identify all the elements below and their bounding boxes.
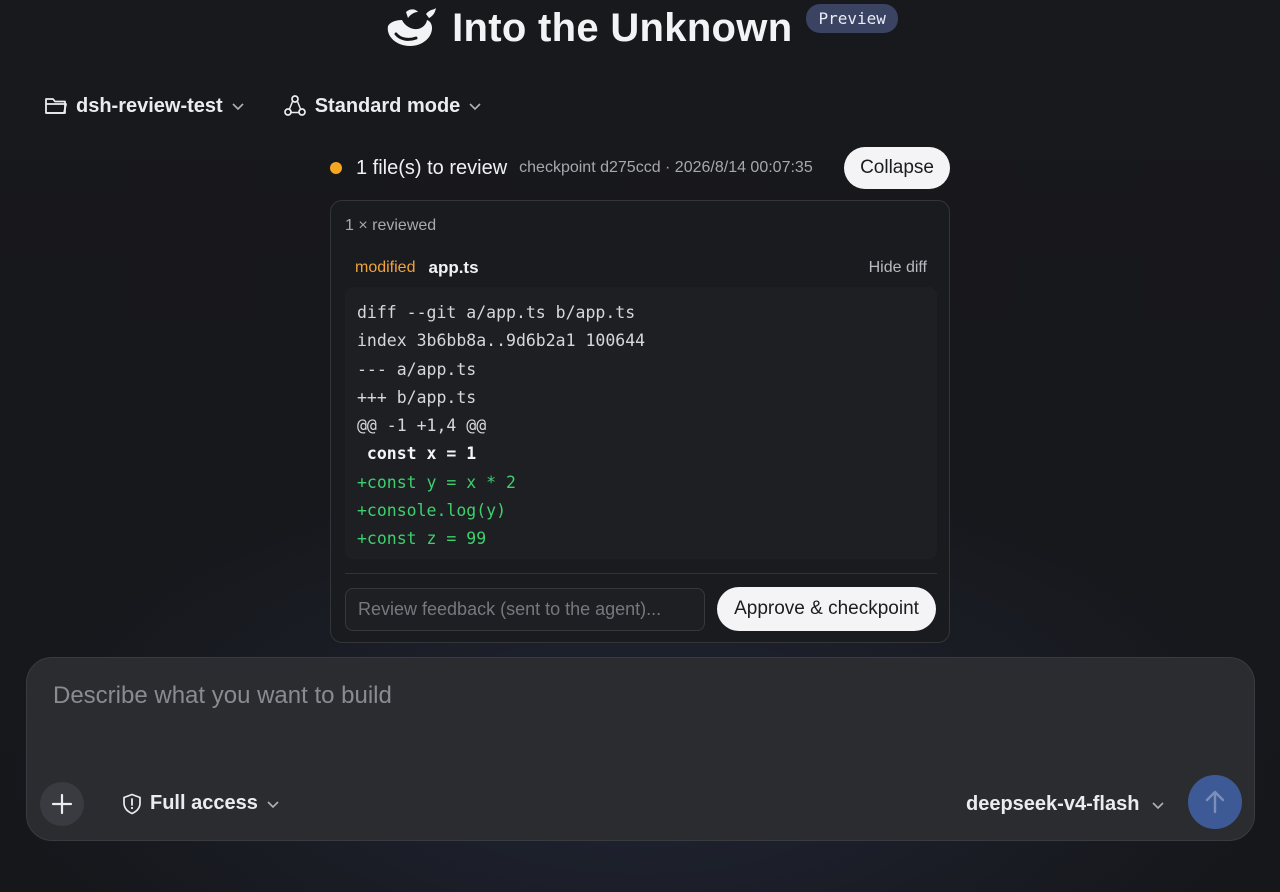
file-status: modified: [355, 259, 416, 276]
mode-selector[interactable]: Standard mode: [283, 94, 483, 118]
status-dot: [330, 162, 342, 174]
folder-selector[interactable]: dsh-review-test: [44, 94, 245, 118]
chevron-down-icon: [267, 800, 279, 808]
review-summary: 1 file(s) to review checkpoint d275ccd ·…: [330, 146, 950, 190]
access-label: Full access: [150, 792, 258, 814]
folder-icon: [45, 98, 67, 114]
access-selector[interactable]: Full access: [122, 792, 280, 815]
review-title: 1 file(s) to review: [356, 156, 508, 179]
diff-line: const x = 1: [357, 444, 477, 464]
diff-line: +const z = 99: [357, 529, 487, 549]
chevron-down-icon: [232, 103, 244, 111]
brand: Into the Unknown Preview: [382, 3, 898, 51]
review-feedback-input[interactable]: [345, 588, 705, 631]
shield-icon: [123, 793, 141, 814]
arrow-up-icon: [1205, 790, 1225, 814]
chevron-down-icon: [469, 103, 481, 111]
diff-view: diff --git a/app.ts b/app.ts index 3b6bb8…: [345, 287, 937, 559]
whale-logo-icon: [387, 8, 437, 46]
composer: Full access deepseek-v4-flash: [26, 657, 1255, 841]
diff-line: +const y = x * 2: [357, 472, 516, 492]
diff-line: +++ b/app.ts: [357, 387, 477, 407]
diff-line: +console.log(y): [357, 501, 507, 521]
checkpoint-meta: checkpoint d275ccd · 2026/8/14 00:07:35: [519, 159, 813, 176]
model-label: deepseek-v4-flash: [966, 793, 1140, 815]
divider: [345, 573, 937, 574]
toolbar: dsh-review-test Standard mode: [44, 94, 482, 118]
prompt-input[interactable]: [53, 682, 1223, 742]
chevron-down-icon: [1152, 801, 1164, 809]
page-title: Into the Unknown: [452, 5, 793, 50]
diff-line: --- a/app.ts: [357, 359, 477, 379]
file-header: modified app.ts Hide diff: [355, 258, 927, 278]
collapse-button[interactable]: Collapse: [844, 147, 950, 189]
diff-line: diff --git a/app.ts b/app.ts: [357, 303, 636, 322]
app-header: Into the Unknown Preview: [0, 0, 1280, 60]
review-card: 1 × reviewed modified app.ts Hide diff d…: [330, 200, 950, 643]
send-button[interactable]: [1188, 775, 1242, 829]
plus-icon: [51, 793, 73, 815]
diff-line: @@ -1 +1,4 @@: [357, 416, 487, 436]
preview-badge: Preview: [806, 3, 898, 33]
folder-label: dsh-review-test: [76, 94, 223, 117]
mode-label: Standard mode: [314, 94, 461, 117]
file-name: app.ts: [428, 258, 479, 277]
add-attachment-button[interactable]: [40, 782, 84, 826]
agents-icon: [283, 95, 306, 116]
reviewed-count: 1 × reviewed: [345, 217, 437, 234]
diff-line: index 3b6bb8a..9d6b2a1 100644: [357, 331, 646, 351]
model-selector[interactable]: deepseek-v4-flash: [966, 793, 1165, 816]
approve-checkpoint-button[interactable]: Approve & checkpoint: [717, 587, 936, 631]
hide-diff-button[interactable]: Hide diff: [869, 259, 927, 277]
